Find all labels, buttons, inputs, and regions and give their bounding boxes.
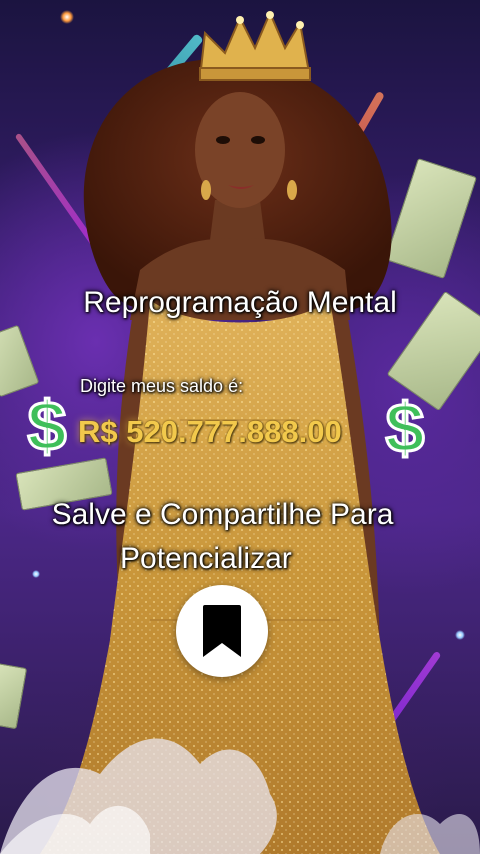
dollar-sign-icon: $ [384,392,426,462]
page-title: Reprogramação Mental [83,286,397,319]
dollar-glyph: $ [386,392,425,462]
dollar-glyph: $ [28,390,67,460]
cta-line-1: Salve e Compartilhe Para [51,498,394,531]
balance-value: R$ 520.777.888.00 [78,414,342,449]
crown-icon [198,10,312,81]
bookmark-icon [203,605,241,657]
cta-line-2: Potencializar [120,542,292,575]
star-sparkle [60,10,74,24]
reel-frame: Reprogramação Mental Digite meus saldo é… [0,0,480,854]
star-sparkle [32,570,40,578]
dollar-sign-icon: $ [26,390,68,460]
balance-label: Digite meus saldo é: [80,376,244,396]
smoke-effect [0,738,480,854]
save-button[interactable] [176,585,268,677]
star-sparkle [455,630,465,640]
